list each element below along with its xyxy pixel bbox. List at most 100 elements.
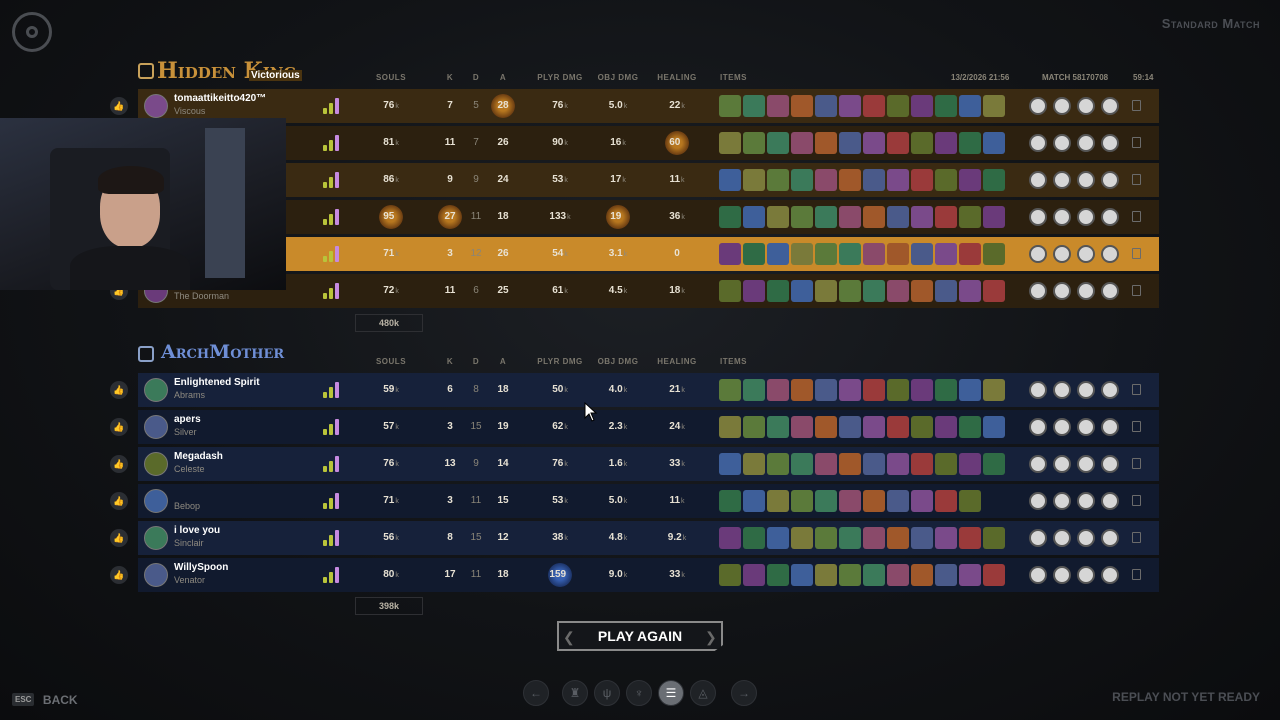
item-icon[interactable] <box>863 564 885 586</box>
player-name[interactable]: apers <box>174 414 201 425</box>
item-icon[interactable] <box>959 132 981 154</box>
player-name[interactable]: tomaattikeitto420™ <box>174 93 266 104</box>
item-icon[interactable] <box>887 95 909 117</box>
ability-icon[interactable] <box>1077 381 1095 399</box>
ability-icon[interactable] <box>1077 97 1095 115</box>
item-icon[interactable] <box>887 169 909 191</box>
item-icon[interactable] <box>887 280 909 302</box>
thumbs-up-icon[interactable]: 👍 <box>110 418 128 436</box>
item-icon[interactable] <box>719 490 741 512</box>
item-icon[interactable] <box>935 169 957 191</box>
player-row[interactable]: 👍 95k271118133k19k36k <box>110 200 1159 234</box>
ability-icon[interactable] <box>1029 529 1047 547</box>
settings-gear-icon[interactable] <box>12 12 52 52</box>
item-icon[interactable] <box>959 169 981 191</box>
ability-icon[interactable] <box>1029 566 1047 584</box>
item-icon[interactable] <box>839 453 861 475</box>
ability-icon[interactable] <box>1101 492 1119 510</box>
item-icon[interactable] <box>959 206 981 228</box>
ability-icon[interactable] <box>1077 492 1095 510</box>
item-icon[interactable] <box>743 206 765 228</box>
item-icon[interactable] <box>815 243 837 265</box>
nav-trophy-icon[interactable]: ♜ <box>562 680 588 706</box>
copy-build-icon[interactable] <box>1132 285 1141 296</box>
ability-icon[interactable] <box>1053 529 1071 547</box>
item-icon[interactable] <box>959 416 981 438</box>
item-icon[interactable] <box>911 379 933 401</box>
ability-icon[interactable] <box>1029 97 1047 115</box>
ability-icon[interactable] <box>1053 171 1071 189</box>
ability-icon[interactable] <box>1029 208 1047 226</box>
player-row[interactable]: 👍 apers Silver 57k 3 15 19 62k 2.3k 24k <box>110 410 1159 444</box>
item-icon[interactable] <box>863 379 885 401</box>
copy-build-icon[interactable] <box>1132 211 1141 222</box>
item-icon[interactable] <box>743 169 765 191</box>
item-icon[interactable] <box>863 453 885 475</box>
item-icon[interactable] <box>767 280 789 302</box>
item-icon[interactable] <box>983 564 1005 586</box>
item-icon[interactable] <box>911 416 933 438</box>
item-icon[interactable] <box>791 379 813 401</box>
item-icon[interactable] <box>791 95 813 117</box>
item-icon[interactable] <box>719 527 741 549</box>
item-icon[interactable] <box>839 527 861 549</box>
item-icon[interactable] <box>911 527 933 549</box>
item-icon[interactable] <box>743 416 765 438</box>
item-icon[interactable] <box>719 132 741 154</box>
player-name[interactable]: i love you <box>174 525 220 536</box>
item-icon[interactable] <box>719 95 741 117</box>
ability-icon[interactable] <box>1029 282 1047 300</box>
player-name[interactable]: Megadash <box>174 451 223 462</box>
item-icon[interactable] <box>983 416 1005 438</box>
copy-build-icon[interactable] <box>1132 495 1141 506</box>
item-icon[interactable] <box>791 527 813 549</box>
ability-icon[interactable] <box>1101 455 1119 473</box>
item-icon[interactable] <box>839 206 861 228</box>
player-row[interactable]: 👍 i love you Sinclair 56k 8 15 12 38k 4.8k 9.2k <box>110 521 1159 555</box>
ability-icon[interactable] <box>1101 566 1119 584</box>
item-icon[interactable] <box>983 169 1005 191</box>
copy-build-icon[interactable] <box>1132 248 1141 259</box>
nav-graph-icon[interactable]: ◬ <box>690 680 716 706</box>
item-icon[interactable] <box>959 527 981 549</box>
item-icon[interactable] <box>791 132 813 154</box>
item-icon[interactable] <box>863 280 885 302</box>
copy-build-icon[interactable] <box>1132 384 1141 395</box>
ability-icon[interactable] <box>1077 171 1095 189</box>
item-icon[interactable] <box>959 453 981 475</box>
ability-icon[interactable] <box>1029 171 1047 189</box>
player-row[interactable]: 👍WillySpoonVenator 80k171118159k9.0k33k <box>110 558 1159 592</box>
item-icon[interactable] <box>887 416 909 438</box>
item-icon[interactable] <box>815 280 837 302</box>
item-icon[interactable] <box>839 379 861 401</box>
item-icon[interactable] <box>959 280 981 302</box>
item-icon[interactable] <box>815 527 837 549</box>
ability-icon[interactable] <box>1101 418 1119 436</box>
item-icon[interactable] <box>911 132 933 154</box>
ability-icon[interactable] <box>1077 245 1095 263</box>
item-icon[interactable] <box>719 169 741 191</box>
item-icon[interactable] <box>719 280 741 302</box>
item-icon[interactable] <box>863 95 885 117</box>
item-icon[interactable] <box>863 206 885 228</box>
thumbs-up-icon[interactable]: 👍 <box>110 455 128 473</box>
item-icon[interactable] <box>887 564 909 586</box>
item-icon[interactable] <box>911 243 933 265</box>
item-icon[interactable] <box>983 132 1005 154</box>
item-icon[interactable] <box>839 243 861 265</box>
item-icon[interactable] <box>911 280 933 302</box>
item-icon[interactable] <box>719 416 741 438</box>
item-icon[interactable] <box>887 243 909 265</box>
item-icon[interactable] <box>983 379 1005 401</box>
nav-torch-icon[interactable]: ♆ <box>626 680 652 706</box>
player-name[interactable]: Enlightened Spirit <box>174 377 260 388</box>
thumbs-up-icon[interactable]: 👍 <box>110 97 128 115</box>
item-icon[interactable] <box>935 243 957 265</box>
ability-icon[interactable] <box>1101 208 1119 226</box>
copy-build-icon[interactable] <box>1132 100 1141 111</box>
item-icon[interactable] <box>983 453 1005 475</box>
player-row[interactable]: 👍 tomaattikeitto420™ Viscous 76k 7 5 28 76k 5.0… <box>110 89 1159 123</box>
item-icon[interactable] <box>887 527 909 549</box>
item-icon[interactable] <box>959 490 981 512</box>
item-icon[interactable] <box>911 95 933 117</box>
